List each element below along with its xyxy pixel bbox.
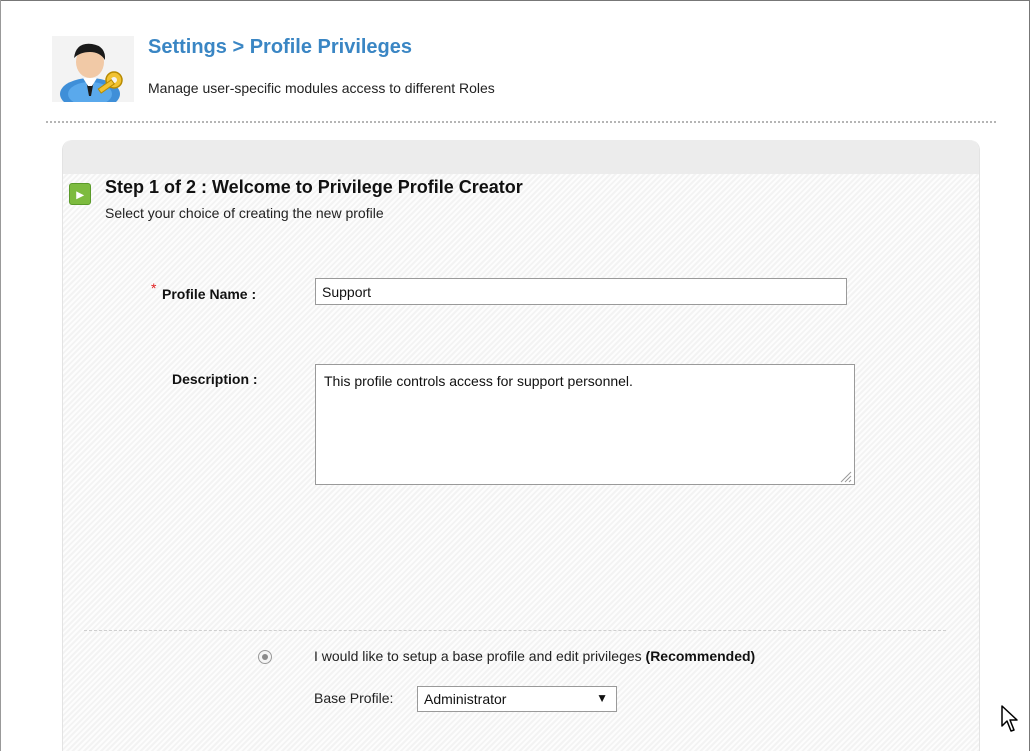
option-recommended: (Recommended) — [645, 648, 756, 664]
panel-header-bar — [63, 140, 979, 174]
description-label: Description : — [172, 371, 258, 387]
base-profile-label: Base Profile: — [314, 690, 394, 706]
description-textarea[interactable]: This profile controls access for support… — [315, 364, 855, 485]
radio-selected-dot — [262, 654, 268, 660]
arrow-right-icon: ▸ — [69, 183, 91, 205]
base-profile-select-value: Administrator — [424, 691, 507, 707]
header-divider — [46, 121, 996, 123]
base-profile-radio[interactable] — [258, 650, 272, 664]
required-marker: * — [151, 280, 157, 296]
breadcrumb-settings[interactable]: Settings — [148, 36, 227, 58]
page-subtitle: Manage user-specific modules access to d… — [148, 80, 495, 96]
profile-name-label: Profile Name : — [162, 286, 257, 302]
resize-grip-icon[interactable] — [838, 469, 852, 483]
caret-down-icon[interactable]: ▼ — [596, 691, 608, 705]
section-divider — [84, 630, 946, 631]
window-top-border — [0, 0, 1030, 1]
window-left-border — [0, 0, 1, 751]
page-title: Settings > Profile Privileges — [148, 36, 412, 59]
profile-name-input[interactable] — [315, 278, 847, 305]
user-key-icon — [52, 36, 134, 102]
breadcrumb-profile-privileges: Profile Privileges — [249, 36, 413, 58]
option-text: I would like to setup a base profile and… — [314, 648, 642, 664]
breadcrumb-separator: > — [232, 36, 245, 58]
step-subtitle: Select your choice of creating the new p… — [105, 205, 384, 221]
base-profile-select[interactable]: Administrator ▼ — [417, 686, 617, 712]
base-profile-option-label[interactable]: I would like to setup a base profile and… — [314, 648, 755, 664]
step-title: Step 1 of 2 : Welcome to Privilege Profi… — [105, 177, 523, 197]
mouse-pointer-icon — [1001, 705, 1018, 732]
